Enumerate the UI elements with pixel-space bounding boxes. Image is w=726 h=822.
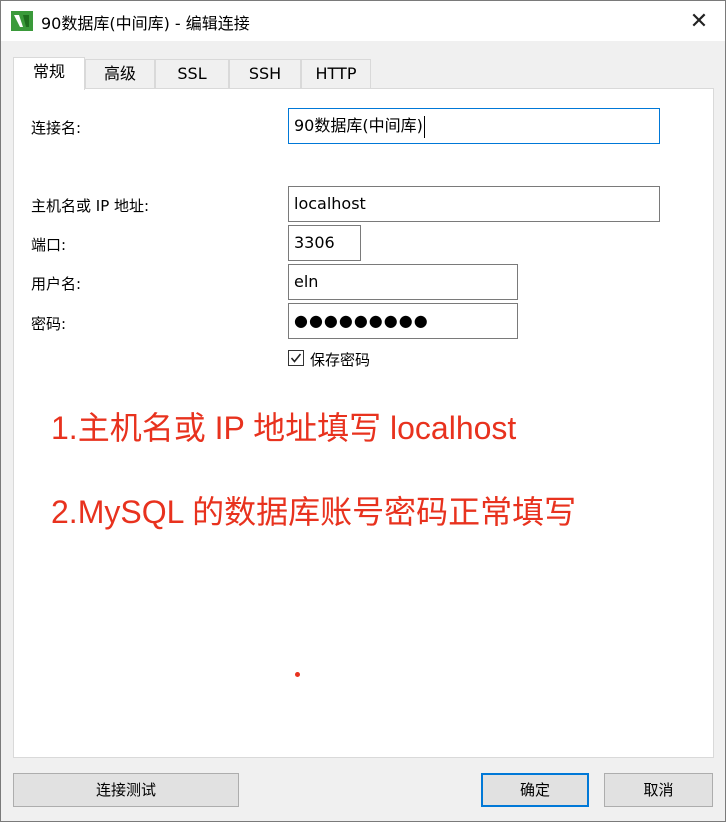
port-label: 端口: <box>31 236 67 254</box>
password-label: 密码: <box>31 315 67 333</box>
tab-general[interactable]: 常规 <box>13 57 85 90</box>
annotation-line-1: 1.主机名或 IP 地址填写 localhost <box>51 410 517 446</box>
username-input[interactable]: eln <box>288 264 518 300</box>
checkmark-icon <box>290 353 302 363</box>
ok-button[interactable]: 确定 <box>481 773 589 807</box>
connection-name-value: 90数据库(中间库) <box>294 116 423 135</box>
port-input[interactable]: 3306 <box>288 225 361 261</box>
host-label: 主机名或 IP 地址: <box>31 197 150 215</box>
tab-label: HTTP <box>315 64 357 83</box>
tab-advanced[interactable]: 高级 <box>85 59 155 89</box>
tab-ssl[interactable]: SSL <box>155 59 229 89</box>
cancel-button[interactable]: 取消 <box>604 773 713 807</box>
save-password-checkbox[interactable] <box>288 350 304 366</box>
password-input[interactable]: ●●●●●●●●● <box>288 303 518 339</box>
annotation-line-2: 2.MySQL 的数据库账号密码正常填写 <box>51 494 577 530</box>
window-title: 90数据库(中间库) - 编辑连接 <box>41 14 250 33</box>
annotation-dot <box>295 672 300 677</box>
test-connection-button[interactable]: 连接测试 <box>13 773 239 807</box>
host-input[interactable]: localhost <box>288 186 660 222</box>
navicat-app-icon <box>11 11 33 31</box>
title-bar: 90数据库(中间库) - 编辑连接 ✕ <box>1 1 725 41</box>
tab-label: 高级 <box>103 64 136 83</box>
tab-label: SSL <box>177 64 207 83</box>
text-caret <box>423 115 425 138</box>
username-label: 用户名: <box>31 275 82 293</box>
close-icon: ✕ <box>689 8 709 34</box>
tab-ssh[interactable]: SSH <box>229 59 301 89</box>
close-button[interactable]: ✕ <box>681 5 717 37</box>
tab-http[interactable]: HTTP <box>301 59 371 89</box>
connection-name-label: 连接名: <box>31 119 82 137</box>
connection-name-input[interactable]: 90数据库(中间库) <box>288 108 660 144</box>
tab-label: 常规 <box>32 62 65 81</box>
edit-connection-dialog: 90数据库(中间库) - 编辑连接 ✕ 常规 高级 SSL SSH HTTP 连… <box>0 0 726 822</box>
save-password-label: 保存密码 <box>310 351 371 369</box>
tab-label: SSH <box>248 64 282 83</box>
tab-bar: 常规 高级 SSL SSH HTTP <box>13 57 713 90</box>
